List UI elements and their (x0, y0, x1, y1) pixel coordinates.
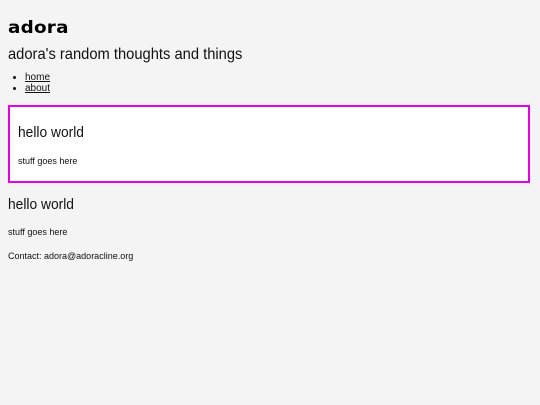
post-highlighted: hello world stuff goes here (8, 105, 530, 183)
post-title: hello world (8, 196, 74, 213)
nav-link-about[interactable]: about (25, 83, 50, 94)
contact-footer: Contact: adora@adoracline.org (8, 251, 134, 261)
post-body: stuff goes here (8, 227, 68, 237)
post-title: hello world (18, 124, 84, 141)
page: adora adora's random thoughts and things… (0, 0, 540, 405)
site-title: adora's random thoughts and things (8, 46, 243, 63)
nav-list: home about (8, 72, 50, 94)
nav-link-home[interactable]: home (25, 72, 50, 83)
site-logo[interactable]: adora (8, 18, 69, 38)
nav-item-about: about (25, 83, 50, 94)
nav-item-home: home (25, 72, 50, 83)
post-body: stuff goes here (18, 156, 78, 166)
